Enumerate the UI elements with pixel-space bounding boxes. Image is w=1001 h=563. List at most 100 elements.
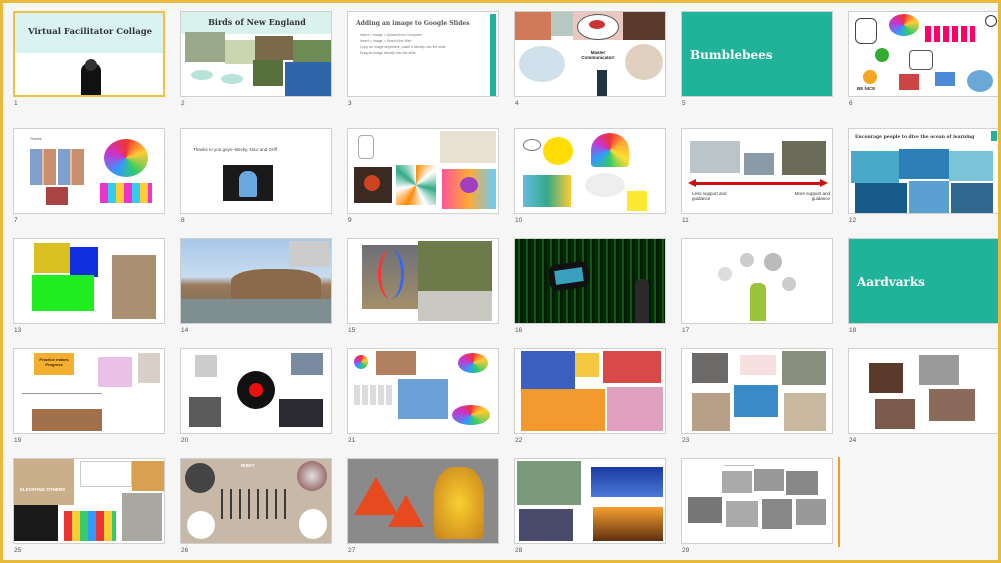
tree-icon [875, 48, 889, 62]
slide-22[interactable]: 22 [514, 348, 668, 449]
slide-thumbnail[interactable]: Practice makes Progress [13, 348, 165, 434]
slide-thumbnail[interactable]: Adding an image to Google Slides Insert … [347, 11, 499, 97]
slide-number: 24 [849, 437, 857, 444]
globe-icon [967, 70, 993, 92]
slide-5[interactable]: Bumblebees 5 [681, 11, 835, 112]
slide-title: Thanks to you guys--Becky, Nico and Grif… [193, 147, 277, 152]
slide-caption: BE NICE [857, 86, 876, 91]
slide-number: 1 [14, 100, 18, 107]
slide-thumbnail[interactable] [347, 348, 499, 434]
peace-icon [985, 15, 997, 27]
people-chain [64, 511, 116, 541]
slide-thumbnail[interactable]: Bumblebees [681, 11, 833, 97]
slide-19[interactable]: Practice makes Progress 19 [13, 348, 167, 449]
slide-grid: Virtual Facilitator Collage 1 Birds of N… [13, 11, 998, 559]
slide-number: 19 [14, 437, 22, 444]
slide-thumbnail[interactable]: Birds of New England [180, 11, 332, 97]
slide-thumbnail[interactable] [347, 458, 499, 544]
slide-number: 27 [348, 547, 356, 554]
slide-thumbnail[interactable] [681, 348, 833, 434]
slide-thumbnail[interactable] [514, 458, 666, 544]
slide-3[interactable]: Adding an image to Google Slides Insert … [347, 11, 501, 112]
slide-8[interactable]: Thanks to you guys--Becky, Nico and Grif… [180, 128, 334, 229]
slide-thumbnail[interactable]: Aardvarks [848, 238, 998, 324]
sun-icon [543, 137, 573, 165]
slide-thumbnail[interactable] [13, 238, 165, 324]
slide-thumbnail[interactable] [347, 238, 499, 324]
slide-4[interactable]: Master Communicator! 4 [514, 11, 668, 112]
slide-20[interactable]: 20 [180, 348, 334, 449]
slide-caption: Practice makes Progress [39, 357, 69, 367]
arrow-right-icon [820, 179, 828, 187]
slide-thumbnail[interactable] [347, 128, 499, 214]
person-figure [597, 70, 607, 96]
slide-caption: ELEVATING OTHERS [20, 487, 66, 492]
slide-18[interactable]: Aardvarks 18 [848, 238, 998, 339]
hand-icon [855, 18, 877, 44]
video-call-grid [30, 149, 86, 185]
slide-number: 17 [682, 327, 690, 334]
slide-thumbnail[interactable] [514, 348, 666, 434]
slide-number: 10 [515, 217, 523, 224]
slide-thumbnail[interactable]: Encourage people to dive the ocean of le… [848, 128, 998, 214]
slide-thumbnail[interactable] [180, 238, 332, 324]
slide-number: 12 [849, 217, 857, 224]
slide-thumbnail[interactable] [848, 348, 998, 434]
slide-1[interactable]: Virtual Facilitator Collage 1 [13, 11, 167, 112]
slide-15[interactable]: 15 [347, 238, 501, 339]
hands-circle-icon [889, 14, 919, 36]
slide-29[interactable]: 29 [681, 458, 835, 559]
slide-26[interactable]: RISKY 26 [180, 458, 334, 559]
slide-number: 21 [348, 437, 356, 444]
people-circle-icon [104, 139, 148, 177]
slide-11[interactable]: Less support and guidance More support a… [681, 128, 835, 229]
slide-24[interactable]: 24 [848, 348, 998, 449]
slide-thumbnail[interactable] [514, 128, 666, 214]
rainbow [378, 249, 404, 299]
slide-thumbnail[interactable]: ELEVATING OTHERS [13, 458, 165, 544]
slide-thumbnail[interactable]: Thanks to you guys--Becky, Nico and Grif… [180, 128, 332, 214]
slide-number: 6 [849, 100, 853, 107]
slide-number: 11 [682, 217, 689, 224]
slide-thumbnail[interactable] [180, 348, 332, 434]
slide-thumbnail[interactable]: Virtual Facilitator Collage [13, 11, 165, 97]
slide-number: 18 [849, 327, 857, 334]
binoculars-photo [185, 463, 215, 493]
slide-thumbnail[interactable]: Master Communicator! [514, 11, 666, 97]
slide-caption: Master Communicator! [581, 50, 615, 60]
slide-2[interactable]: Birds of New England 2 [180, 11, 334, 112]
slide-14[interactable]: 14 [180, 238, 334, 339]
slide-17[interactable]: 17 [681, 238, 835, 339]
slide-6[interactable]: BE NICE 6 [848, 11, 998, 112]
slide-number: 22 [515, 437, 523, 444]
slide-9[interactable]: 9 [347, 128, 501, 229]
deity-figure [434, 467, 484, 539]
slide-10[interactable]: 10 [514, 128, 668, 229]
slide-21[interactable]: 21 [347, 348, 501, 449]
arrow-left-icon [688, 179, 696, 187]
letter-tiles [354, 385, 394, 405]
heart-icon [460, 177, 478, 193]
person-figure [635, 279, 649, 323]
slide-thumbnail[interactable] [514, 238, 666, 324]
slide-7[interactable]: Thanks 7 [13, 128, 167, 229]
slide-28[interactable]: 28 [514, 458, 668, 559]
bullet-text: Drag an image directly into the slide [360, 51, 416, 55]
slide-13[interactable]: 13 [13, 238, 167, 339]
slide-title: Birds of New England [208, 17, 306, 27]
slide-thumbnail[interactable]: Less support and guidance More support a… [681, 128, 833, 214]
slide-25[interactable]: ELEVATING OTHERS 25 [13, 458, 167, 559]
slide-thumbnail[interactable]: Thanks [13, 128, 165, 214]
slide-27[interactable]: 27 [347, 458, 501, 559]
slide-12[interactable]: Encourage people to dive the ocean of le… [848, 128, 998, 229]
slide-thumbnail[interactable] [681, 458, 833, 544]
slide-thumbnail[interactable]: RISKY [180, 458, 332, 544]
slide-title: Bumblebees [690, 48, 773, 62]
slide-thumbnail[interactable] [681, 238, 833, 324]
slide-thumbnail[interactable]: BE NICE [848, 11, 998, 97]
puzzle-pieces [100, 183, 152, 203]
smiley-icon [863, 70, 877, 84]
slide-16[interactable]: 16 [514, 238, 668, 339]
teal-side-bar [490, 14, 496, 96]
slide-23[interactable]: 23 [681, 348, 835, 449]
